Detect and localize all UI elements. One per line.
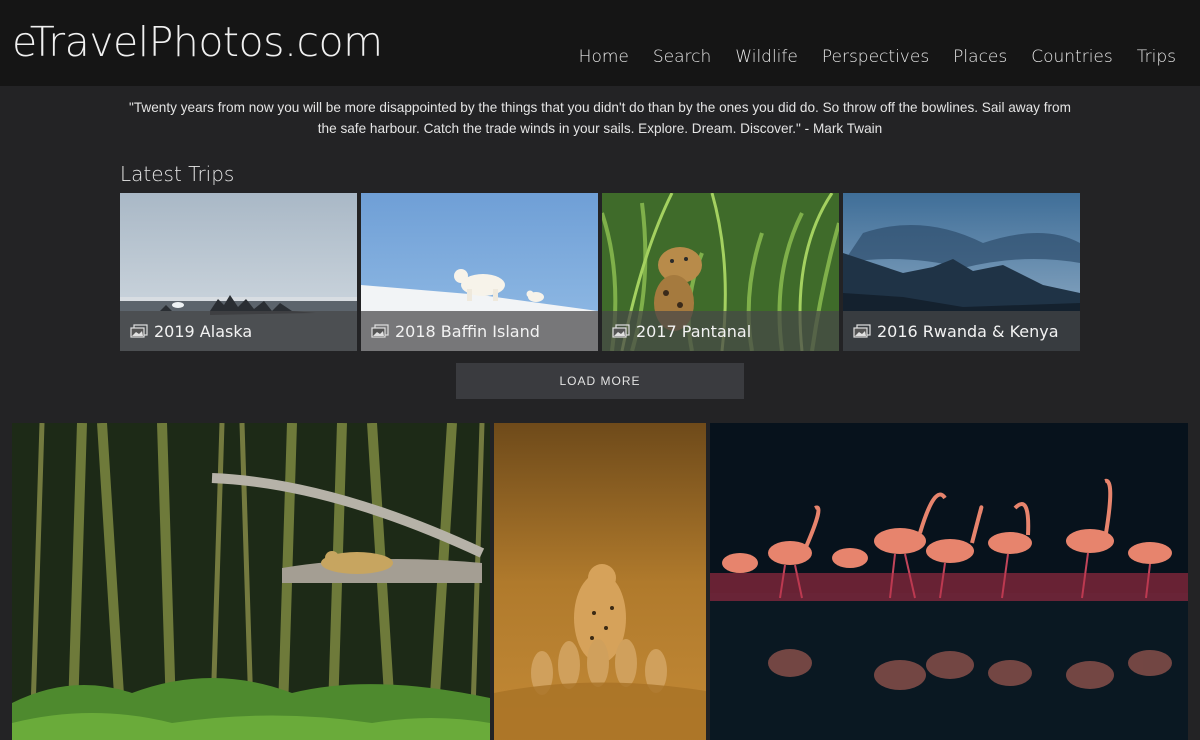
trip-label: 2019 Alaska [154,321,253,341]
trip-label: 2016 Rwanda & Kenya [877,321,1059,341]
nav-perspectives[interactable]: Perspectives [822,47,929,67]
site-header: eTravelPhotos.com Home Search Wildlife P… [0,0,1200,86]
gallery-photo-cheetahs[interactable] [494,423,706,740]
gallery-icon [371,324,389,338]
gallery-icon [130,324,148,338]
trip-caption-rwanda-kenya: 2016 Rwanda & Kenya [843,311,1080,351]
gallery-photo-leopard[interactable] [12,423,490,740]
gallery-icon [612,324,630,338]
photo-gallery [12,423,1188,740]
nav-wildlife[interactable]: Wildlife [735,47,798,67]
trip-card-pantanal[interactable]: 2017 Pantanal [602,193,839,351]
trip-caption-alaska: 2019 Alaska [120,311,357,351]
nav-countries[interactable]: Countries [1031,47,1113,67]
trip-card-baffin-island[interactable]: 2018 Baffin Island [361,193,598,351]
trip-caption-pantanal: 2017 Pantanal [602,311,839,351]
nav-trips[interactable]: Trips [1137,47,1176,67]
gallery-icon [853,324,871,338]
trip-card-alaska[interactable]: 2019 Alaska [120,193,357,351]
travel-quote: "Twenty years from now you will be more … [129,100,1071,136]
latest-trips-heading: Latest Trips [120,162,235,186]
trip-label: 2018 Baffin Island [395,321,540,341]
nav-home[interactable]: Home [579,47,629,67]
nav-places[interactable]: Places [953,47,1007,67]
main-nav: Home Search Wildlife Perspectives Places… [579,47,1176,67]
load-more-button[interactable]: LOAD MORE [456,363,744,399]
trip-label: 2017 Pantanal [636,321,752,341]
latest-trips-grid: 2019 Alaska 2018 Baffin Island 2017 Pant… [120,193,1080,351]
gallery-photo-flamingos[interactable] [710,423,1188,740]
trip-caption-baffin-island: 2018 Baffin Island [361,311,598,351]
trip-card-rwanda-kenya[interactable]: 2016 Rwanda & Kenya [843,193,1080,351]
site-logo[interactable]: eTravelPhotos.com [12,18,383,66]
nav-search[interactable]: Search [653,47,711,67]
